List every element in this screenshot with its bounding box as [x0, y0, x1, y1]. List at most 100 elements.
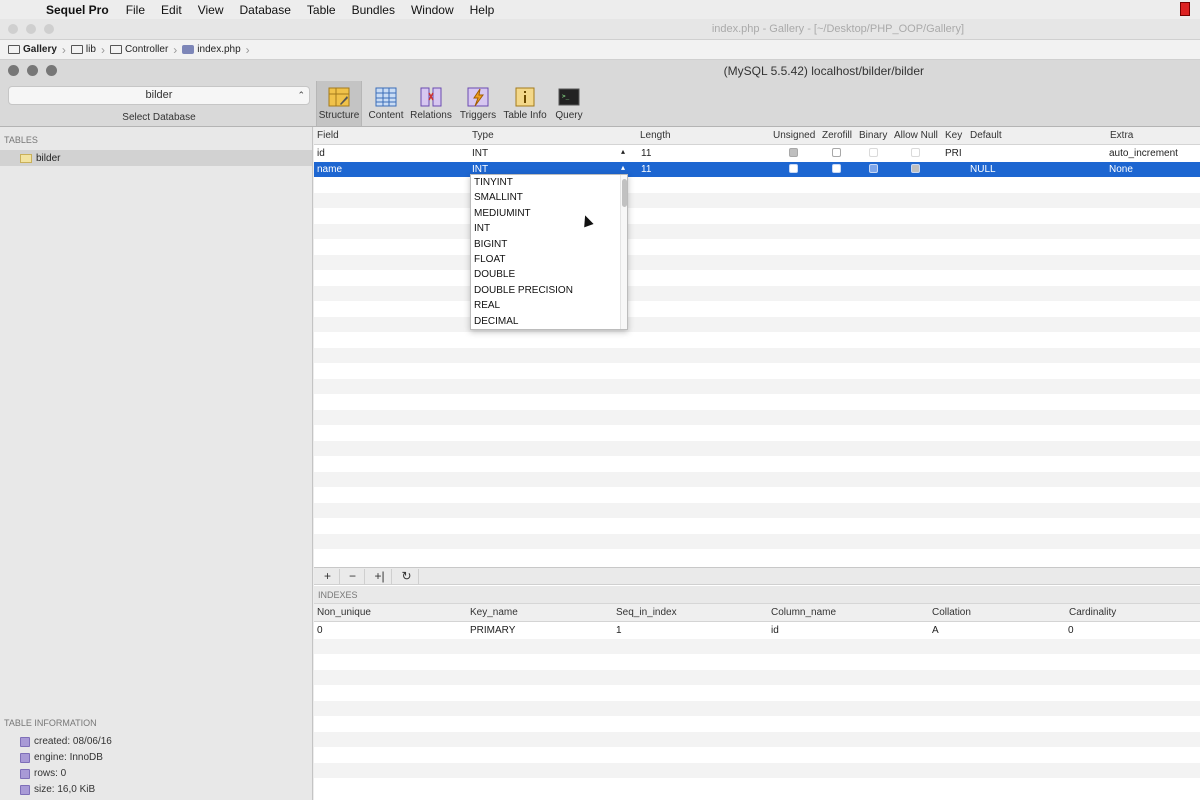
cell-default[interactable]: NULL [970, 164, 996, 175]
stepper-arrows-icon[interactable]: ▴ [621, 147, 625, 156]
unsigned-checkbox[interactable] [789, 163, 798, 173]
duplicate-field-button[interactable]: +| [368, 569, 392, 584]
table-info-button[interactable]: Table Info [502, 81, 548, 126]
binary-checkbox[interactable] [869, 148, 878, 157]
dropdown-option[interactable]: FLOAT [471, 252, 627, 267]
cell-type[interactable]: INT [472, 164, 488, 175]
menu-table[interactable]: Table [299, 3, 344, 17]
col-type[interactable]: Type [472, 130, 494, 141]
col-zerofill[interactable]: Zerofill [822, 130, 852, 141]
empty-row [314, 254, 1200, 270]
table-row[interactable]: name INT ▴ 11 NULL None [314, 161, 1200, 177]
zerofill-checkbox[interactable] [832, 163, 841, 173]
col-key[interactable]: Key [945, 130, 962, 141]
menu-file[interactable]: File [118, 3, 153, 17]
allow-null-checkbox[interactable] [911, 163, 920, 173]
cell-length[interactable]: 11 [641, 164, 651, 175]
content-button[interactable]: Content [363, 81, 409, 126]
add-field-button[interactable]: + [316, 569, 340, 584]
query-button[interactable]: >_ Query [546, 81, 592, 126]
cell-cardinality[interactable]: 0 [1068, 625, 1074, 636]
type-dropdown[interactable]: TINYINT SMALLINT MEDIUMINT INT BIGINT FLOAT DO… [470, 174, 628, 330]
cell-extra[interactable]: auto_increment [1109, 148, 1178, 159]
stepper-arrows-icon[interactable]: ▴ [621, 163, 625, 172]
cell-field[interactable]: name [317, 164, 342, 175]
menu-help[interactable]: Help [462, 3, 503, 17]
dropdown-option[interactable]: DECIMAL [471, 314, 627, 329]
dropdown-option[interactable]: INT [471, 221, 627, 236]
cell-type[interactable]: INT [472, 148, 488, 159]
breadcrumb-lib[interactable]: lib [70, 44, 96, 55]
dropdown-option[interactable]: TINYINT [471, 175, 627, 190]
col-default[interactable]: Default [970, 130, 1002, 141]
empty-row [314, 347, 1200, 363]
binary-checkbox[interactable] [869, 163, 878, 173]
scrollbar-thumb[interactable] [622, 179, 627, 207]
dropdown-option[interactable]: DOUBLE [471, 267, 627, 282]
dropdown-option[interactable]: REAL [471, 298, 627, 313]
structure-button[interactable]: Structure [316, 81, 362, 126]
col-seq-in-index[interactable]: Seq_in_index [616, 607, 677, 618]
empty-row [314, 669, 1200, 685]
breadcrumb-controller[interactable]: Controller [109, 44, 168, 55]
dropdown-option[interactable]: BIGINT [471, 237, 627, 252]
cell-extra[interactable]: None [1109, 164, 1133, 175]
query-terminal-icon: >_ [558, 86, 580, 108]
allow-null-checkbox[interactable] [911, 148, 920, 157]
cell-key[interactable]: PRI [945, 148, 962, 159]
breadcrumb-index-php[interactable]: index.php [182, 44, 241, 55]
menu-view[interactable]: View [190, 3, 232, 17]
cell-field[interactable]: id [317, 148, 325, 159]
col-collation[interactable]: Collation [932, 607, 971, 618]
remove-field-button[interactable]: − [341, 569, 365, 584]
menu-bar: Sequel Pro File Edit View Database Table… [0, 0, 1200, 19]
table-info-icon [514, 86, 536, 108]
empty-row [314, 425, 1200, 441]
col-allow-null[interactable]: Allow Null [894, 130, 938, 141]
tray-app-icon[interactable] [1180, 2, 1190, 16]
empty-row [314, 440, 1200, 456]
dropdown-option[interactable]: MEDIUMINT [471, 206, 627, 221]
database-select[interactable]: bilder ⌃ [8, 86, 310, 105]
cell-key-name[interactable]: PRIMARY [470, 625, 515, 636]
table-row[interactable]: id INT ▴ 11 PRI auto_increment [314, 146, 1200, 162]
col-length[interactable]: Length [640, 130, 671, 141]
triggers-button[interactable]: Triggers [455, 81, 501, 126]
refresh-icon[interactable]: ↻ [395, 569, 419, 584]
col-binary[interactable]: Binary [859, 130, 887, 141]
background-window-titlebar: index.php - Gallery - [~/Desktop/PHP_OOP… [0, 19, 1200, 40]
col-cardinality[interactable]: Cardinality [1069, 607, 1116, 618]
col-non-unique[interactable]: Non_unique [317, 607, 371, 618]
cell-collation[interactable]: A [932, 625, 939, 636]
cell-column-name[interactable]: id [771, 625, 779, 636]
col-extra[interactable]: Extra [1110, 130, 1133, 141]
php-file-icon [182, 45, 195, 54]
empty-row [314, 301, 1200, 317]
breadcrumb: Gallery › lib › Controller › index.php › [0, 40, 1200, 60]
empty-row [314, 731, 1200, 747]
menu-database[interactable]: Database [232, 3, 299, 17]
zerofill-checkbox[interactable] [832, 148, 841, 157]
dropdown-option[interactable]: DOUBLE PRECISION [471, 283, 627, 298]
empty-row [314, 778, 1200, 794]
cell-length[interactable]: 11 [641, 148, 651, 159]
background-window-title: index.php - Gallery - [~/Desktop/PHP_OOP… [711, 23, 964, 35]
menu-window[interactable]: Window [403, 3, 462, 17]
breadcrumb-gallery[interactable]: Gallery [8, 44, 57, 55]
menu-edit[interactable]: Edit [153, 3, 190, 17]
dropdown-scrollbar[interactable] [620, 175, 627, 329]
cell-non-unique[interactable]: 0 [317, 625, 323, 636]
empty-row [314, 177, 1200, 193]
menu-app-name[interactable]: Sequel Pro [46, 3, 118, 17]
col-column-name[interactable]: Column_name [771, 607, 836, 618]
sidebar-table-bilder[interactable]: bilder [0, 150, 312, 166]
index-row[interactable]: 0 PRIMARY 1 id A 0 [314, 623, 1200, 639]
col-field[interactable]: Field [317, 130, 339, 141]
relations-button[interactable]: Relations [408, 81, 454, 126]
menu-bundles[interactable]: Bundles [344, 3, 403, 17]
cell-seq[interactable]: 1 [616, 625, 622, 636]
col-key-name[interactable]: Key_name [470, 607, 518, 618]
col-unsigned[interactable]: Unsigned [773, 130, 815, 141]
dropdown-option[interactable]: SMALLINT [471, 190, 627, 205]
unsigned-checkbox[interactable] [789, 148, 798, 157]
